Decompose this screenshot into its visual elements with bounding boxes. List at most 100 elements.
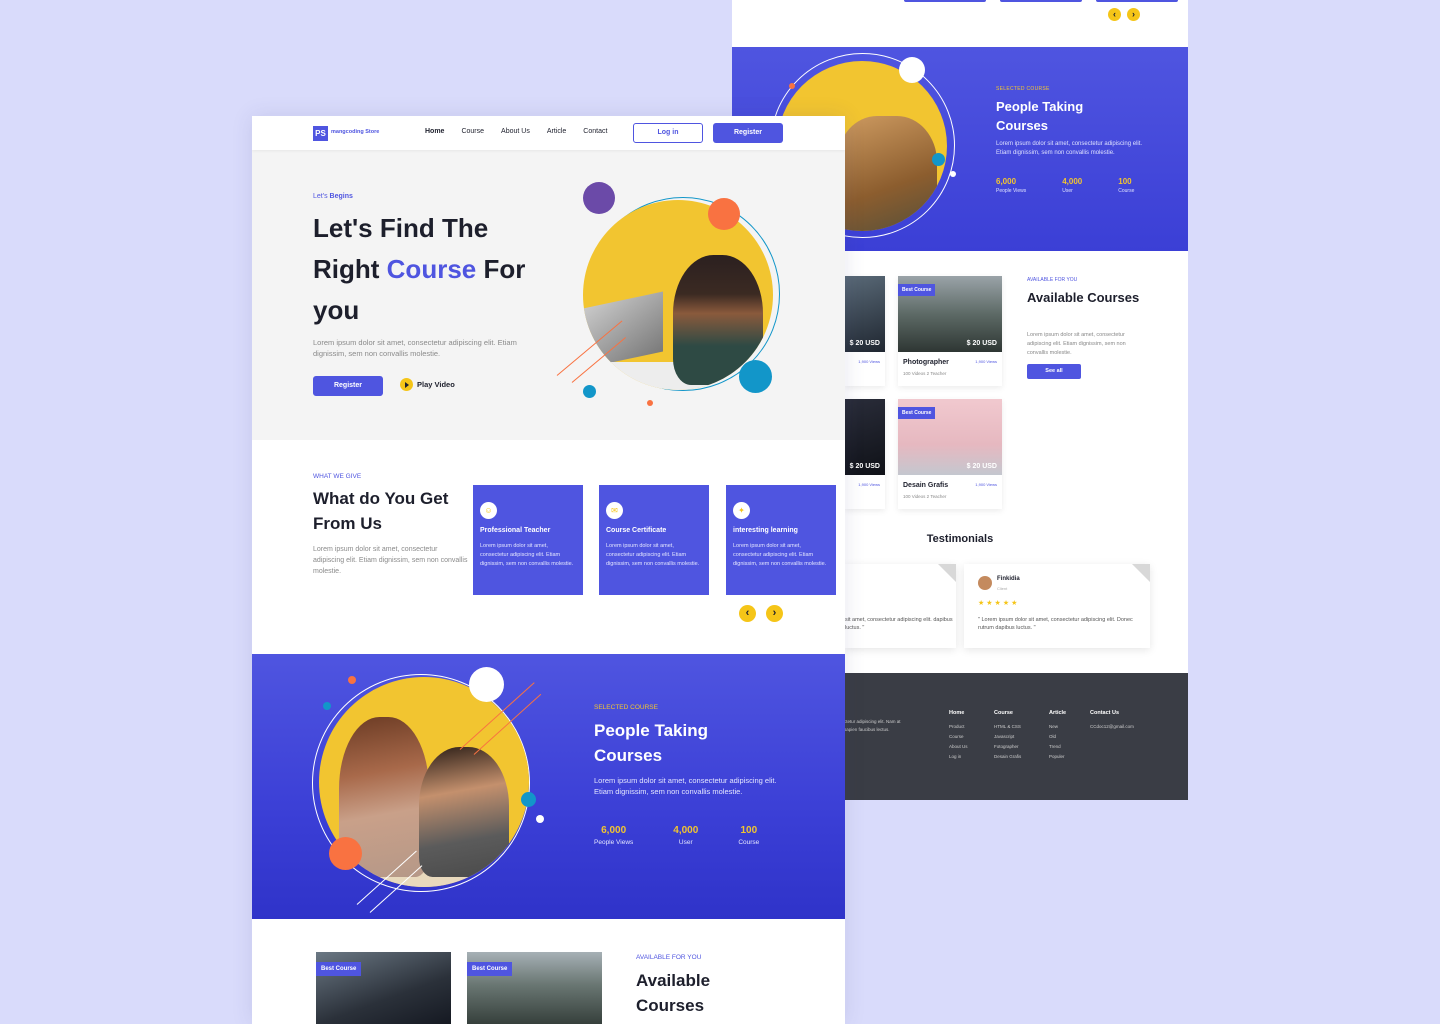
- login-button[interactable]: Log in: [633, 123, 703, 143]
- section-title: People Taking Courses: [996, 99, 1084, 133]
- top-strip: ‹ ›: [732, 0, 1188, 47]
- section-title: People Taking Courses: [594, 721, 708, 765]
- course-card-photographer[interactable]: Best Course $ 20 USD Photographer 1,900 V…: [898, 276, 1002, 386]
- hero-photo-circle: [583, 200, 773, 390]
- footer-email[interactable]: CCdoc12@gmail.com: [1090, 724, 1134, 729]
- decor-dot: [950, 171, 956, 177]
- section-tag: AVAILABLE FOR YOU: [636, 954, 702, 961]
- bulb-icon: ✦: [733, 502, 750, 519]
- testimonial-name: Finkidia: [997, 576, 1020, 582]
- section-tag: SELECTED COURSE: [594, 704, 658, 711]
- stat-item: 4,000 User: [673, 825, 699, 846]
- stat-item: 6,000 People Views: [594, 825, 634, 846]
- footer-link[interactable]: Javascript: [994, 734, 1021, 739]
- cut-card-bar: [1000, 0, 1082, 2]
- decor-dot: [789, 83, 795, 89]
- section-tag: SELECTED COURSE: [996, 86, 1050, 92]
- decor-dot: [329, 837, 362, 870]
- decor-dot: [583, 182, 615, 214]
- footer-link[interactable]: Populer: [1049, 754, 1066, 759]
- stat-item: 6,000 People Views: [996, 177, 1027, 194]
- prev-arrow-button[interactable]: ‹: [1108, 8, 1121, 21]
- nav-link-home[interactable]: Home: [425, 128, 444, 135]
- feature-card-teacher[interactable]: ☺ Professional Teacher Lorem ipsum dolor…: [473, 485, 583, 595]
- nav-link-contact[interactable]: Contact: [583, 128, 607, 135]
- decor-dot: [708, 198, 740, 230]
- footer-link[interactable]: Old: [1049, 734, 1066, 739]
- hero-section: Let's Begins Let's Find The Right Course…: [252, 150, 845, 440]
- see-all-button[interactable]: See all: [1027, 364, 1081, 379]
- section-description: Lorem ipsum dolor sit amet, consectetur …: [594, 776, 777, 796]
- nav-link-article[interactable]: Article: [547, 128, 566, 135]
- testimonial-quote: " Lorem ipsum dolor sit amet, consectetu…: [978, 617, 1133, 631]
- course-card-desain-grafis[interactable]: Best Course $ 20 USD Desain Grafis 1,900 …: [898, 399, 1002, 509]
- testimonial-card: sit amet, consectetur adipiscing elit. d…: [845, 564, 956, 648]
- main-page-preview: PS mangcoding Store Home Course About Us…: [252, 116, 845, 1024]
- footer-link[interactable]: About Us: [949, 744, 968, 749]
- selected-course-section: SELECTED COURSE People Taking Courses Lo…: [252, 654, 845, 919]
- decor-dot: [521, 792, 536, 807]
- decor-dot: [739, 360, 772, 393]
- section-description: Lorem ipsum dolor sit amet, consectetur …: [313, 546, 468, 575]
- play-video-button[interactable]: Play Video: [400, 378, 455, 391]
- footer-link[interactable]: Product: [949, 724, 968, 729]
- footer-link[interactable]: Desain Grafis: [994, 754, 1021, 759]
- hero-title: Let's Find The Right Course For you: [313, 213, 526, 325]
- section-title: Available Courses: [636, 971, 711, 1015]
- feature-card-certificate[interactable]: ✉ Course Certificate Lorem ipsum dolor s…: [599, 485, 709, 595]
- course-card[interactable]: $ 20 USD 1,900 Views: [845, 399, 885, 509]
- footer-link[interactable]: New: [1049, 724, 1066, 729]
- best-course-badge: Best Course: [316, 962, 362, 976]
- feature-card-learning[interactable]: ✦ interesting learning Lorem ipsum dolor…: [726, 485, 836, 595]
- decor-dot: [469, 667, 504, 702]
- course-card[interactable]: Best Course: [316, 952, 451, 1024]
- certificate-icon: ✉: [606, 502, 623, 519]
- register-button[interactable]: Register: [713, 123, 783, 143]
- course-card-photographer[interactable]: Best Course: [467, 952, 602, 1024]
- logo-text[interactable]: mangcoding Store: [331, 129, 379, 135]
- footer-link[interactable]: Fotographer: [994, 744, 1021, 749]
- cut-card-bar: [1096, 0, 1178, 2]
- footer-link[interactable]: HTML & CSS: [994, 724, 1021, 729]
- laptop-image: [583, 291, 663, 369]
- best-course-badge: Best Course: [898, 407, 936, 419]
- footer-column: Course HTML & CSS Javascript Fotographer…: [994, 710, 1022, 759]
- decor-dot: [348, 676, 356, 684]
- footer-link[interactable]: Trend: [1049, 744, 1066, 749]
- best-course-badge: Best Course: [467, 962, 513, 976]
- hero-description: Lorem ipsum dolor sit amet, consectetur …: [313, 338, 517, 358]
- decor-dot: [647, 400, 653, 406]
- stat-item: 100 Course: [1118, 177, 1135, 194]
- nav-link-course[interactable]: Course: [461, 128, 484, 135]
- next-arrow-button[interactable]: ›: [1127, 8, 1140, 21]
- decor-dot: [323, 702, 331, 710]
- prev-arrow-button[interactable]: ‹: [739, 605, 756, 622]
- decor-dot: [899, 57, 925, 83]
- star-rating-icon: ★★★★★: [978, 600, 1020, 607]
- logo-icon[interactable]: PS: [313, 126, 328, 141]
- footer-link[interactable]: Course: [949, 734, 968, 739]
- decor-dot: [932, 153, 945, 166]
- hero-register-button[interactable]: Register: [313, 376, 383, 396]
- avatar: [978, 576, 992, 590]
- decor-dot: [536, 815, 544, 823]
- section-description: Lorem ipsum dolor sit amet, consectetur …: [996, 141, 1143, 156]
- testimonial-card: Finkidia Client ★★★★★ " Lorem ipsum dolo…: [964, 564, 1150, 648]
- footer-column: Article New Old Trend Populer: [1049, 710, 1067, 759]
- nav-link-about[interactable]: About Us: [501, 128, 530, 135]
- best-course-badge: Best Course: [898, 284, 936, 296]
- play-icon: [400, 378, 413, 391]
- section-title: What do You Get From Us: [313, 489, 449, 533]
- teacher-icon: ☺: [480, 502, 497, 519]
- navbar: PS mangcoding Store Home Course About Us…: [252, 116, 845, 150]
- section-tag: AVAILABLE FOR YOU: [1027, 277, 1078, 283]
- decor-dot: [583, 385, 596, 398]
- section-tag: WHAT WE GIVE: [313, 473, 362, 480]
- hero-tag: Let's Begins: [313, 193, 353, 200]
- testimonial-role: Client: [997, 586, 1008, 591]
- stat-item: 100 Course: [738, 825, 760, 846]
- next-arrow-button[interactable]: ›: [766, 605, 783, 622]
- section-title: Available Courses: [1027, 290, 1140, 305]
- course-card[interactable]: $ 20 USD 1,900 Views: [845, 276, 885, 386]
- footer-link[interactable]: Log in: [949, 754, 968, 759]
